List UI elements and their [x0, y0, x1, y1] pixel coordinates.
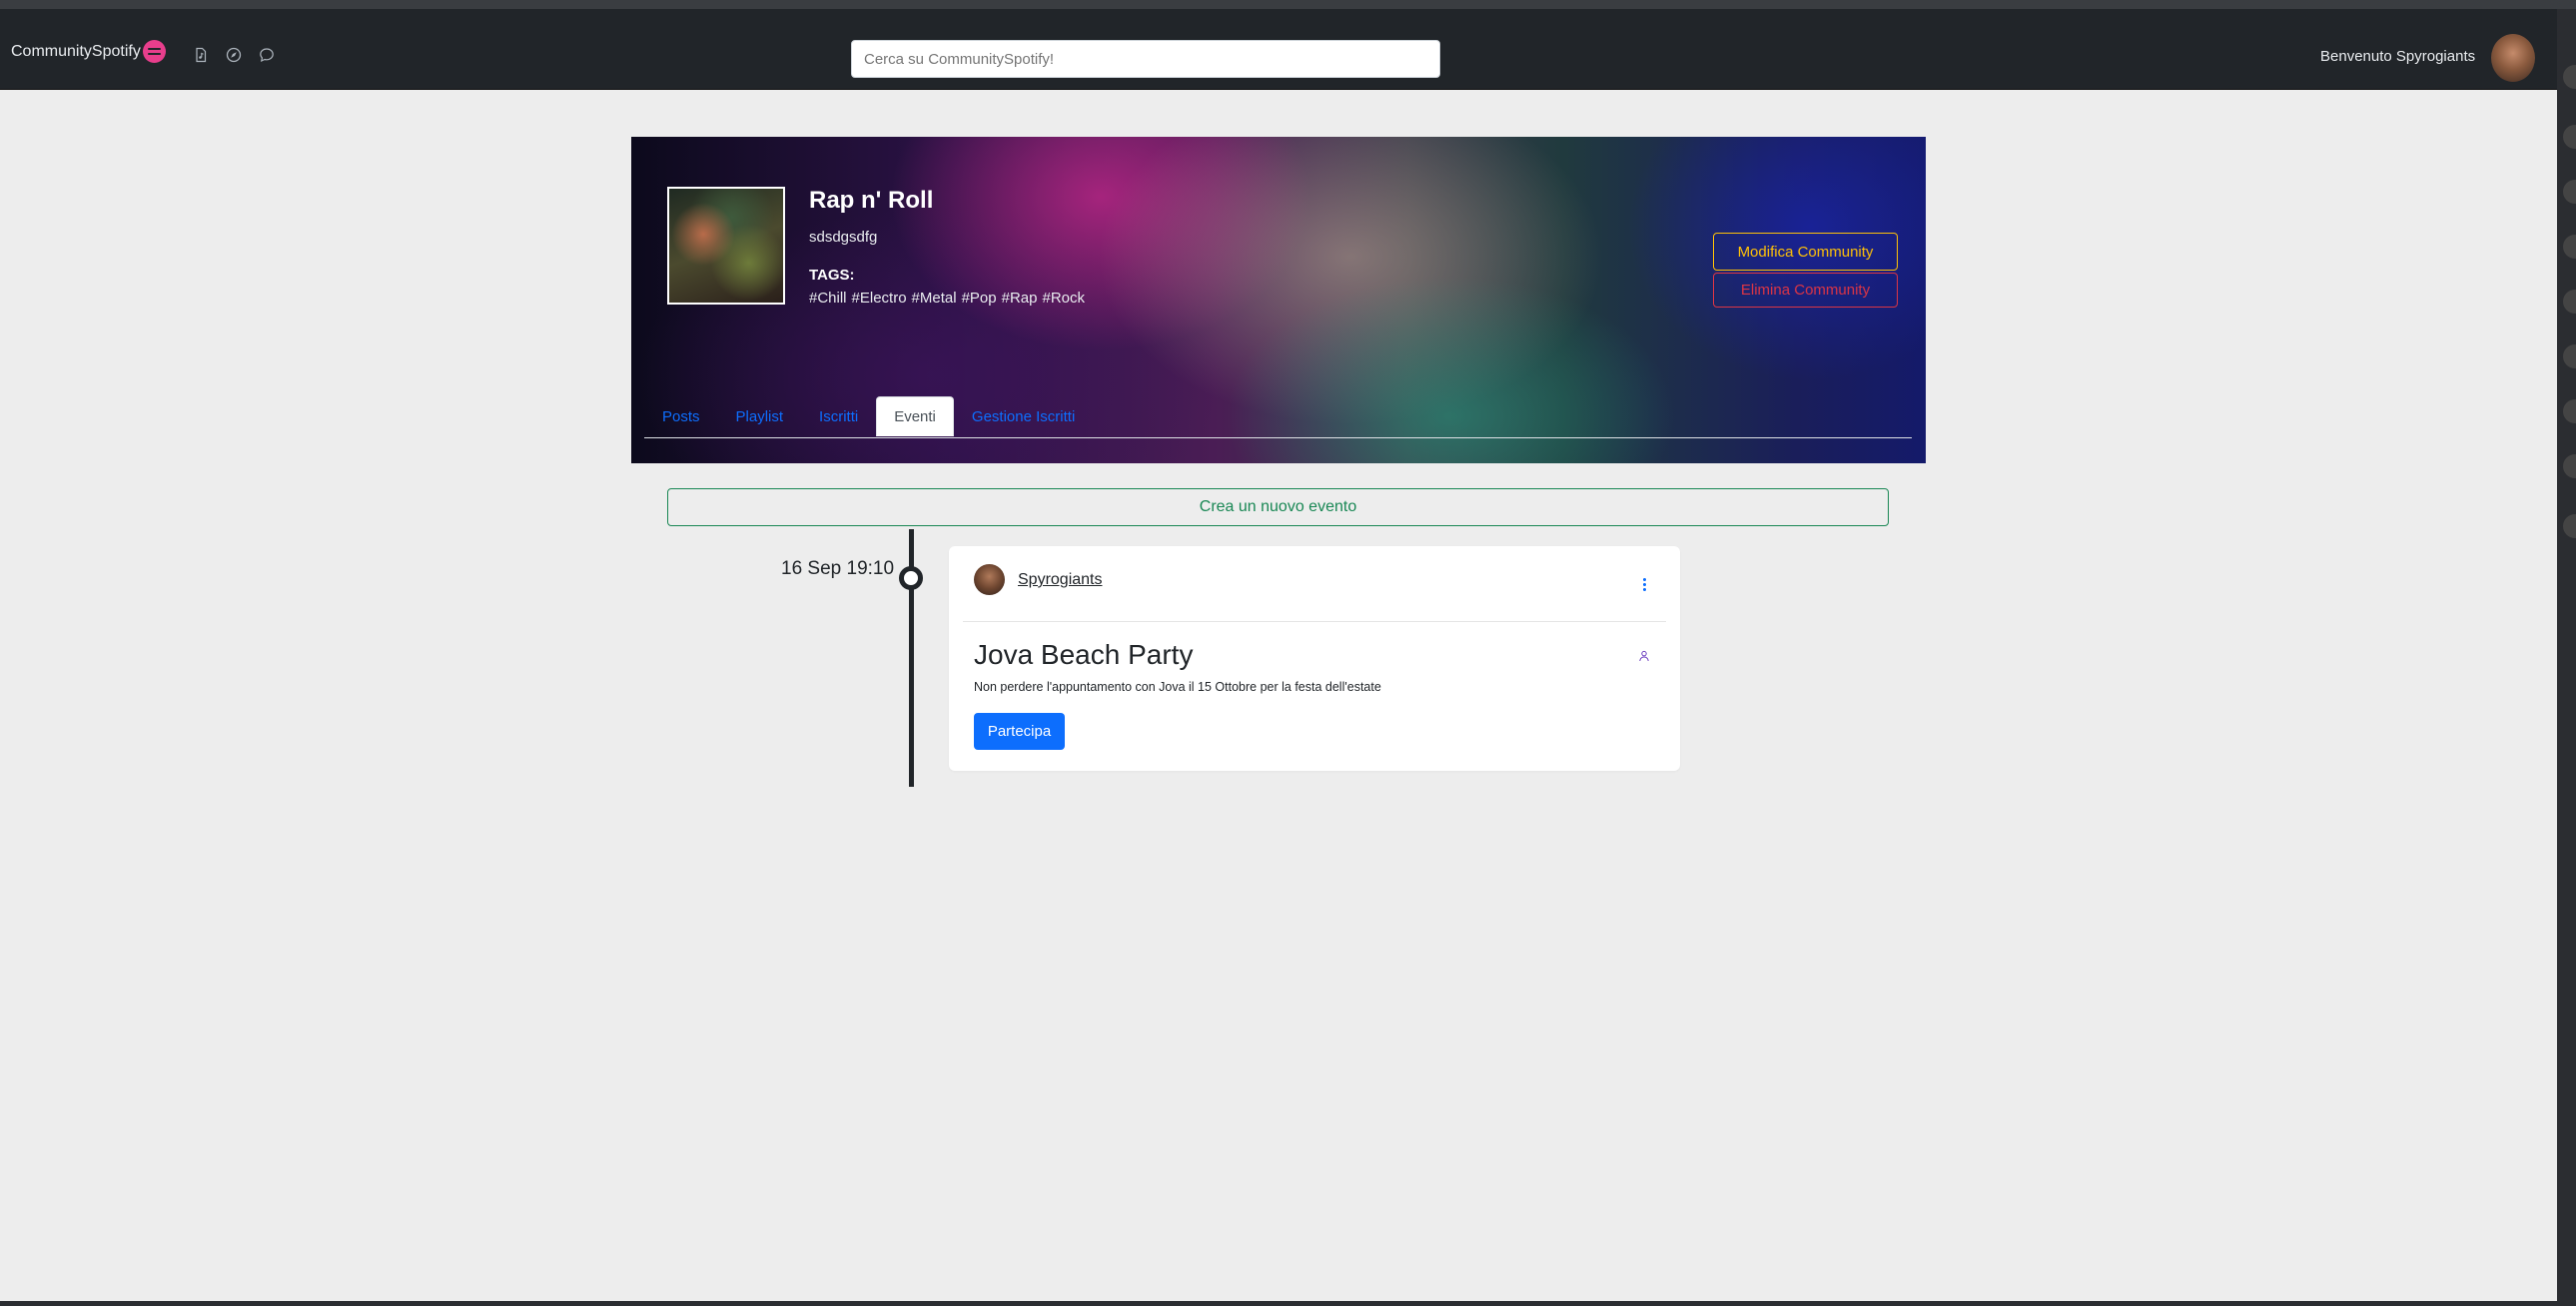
- nav-icons: [193, 47, 275, 63]
- spotify-logo-icon[interactable]: [142, 40, 166, 63]
- tag-list: #Chill #Electro #Metal #Pop #Rap #Rock: [809, 290, 1085, 307]
- search-input[interactable]: [851, 40, 1440, 78]
- delete-community-button[interactable]: Elimina Community: [1713, 273, 1898, 308]
- author-link[interactable]: Spyrogiants: [1018, 571, 1103, 589]
- tag[interactable]: #Chill: [809, 290, 847, 307]
- navbar: CommunitySpotify Benvenuto Spyrogiants: [0, 9, 2557, 90]
- timeline-dot: [899, 566, 923, 590]
- brand[interactable]: CommunitySpotify: [11, 40, 166, 63]
- participants-icon[interactable]: [1638, 650, 1650, 662]
- brand-name[interactable]: CommunitySpotify: [11, 43, 141, 61]
- tag[interactable]: #Rock: [1042, 290, 1085, 307]
- tab-eventi[interactable]: Eventi: [876, 396, 954, 436]
- tags-label: TAGS:: [809, 267, 855, 284]
- file-music-icon[interactable]: [193, 47, 209, 63]
- tag[interactable]: #Electro: [852, 290, 907, 307]
- browser-top-strip: [0, 0, 2576, 9]
- author-avatar[interactable]: [974, 564, 1005, 595]
- tab-posts[interactable]: Posts: [644, 396, 718, 436]
- event-card: Spyrogiants Jova Beach Party Non perdere…: [949, 546, 1680, 771]
- event-description: Non perdere l'appuntamento con Jova il 1…: [974, 680, 1381, 694]
- welcome-text: Benvenuto Spyrogiants: [2320, 48, 2476, 65]
- user-avatar[interactable]: [2491, 34, 2535, 82]
- card-divider: [963, 621, 1666, 622]
- community-cover-image: [667, 187, 785, 305]
- compass-icon[interactable]: [226, 47, 242, 63]
- more-options-icon[interactable]: [1640, 578, 1648, 596]
- chat-icon[interactable]: [259, 47, 275, 63]
- community-banner: Rap n' Roll sdsdgsdfg TAGS: #Chill #Elec…: [631, 137, 1926, 463]
- tab-iscritti[interactable]: Iscritti: [801, 396, 876, 436]
- event-date: 16 Sep 19:10: [781, 558, 895, 579]
- tag[interactable]: #Rap: [1002, 290, 1038, 307]
- tag[interactable]: #Pop: [962, 290, 997, 307]
- tab-playlist[interactable]: Playlist: [718, 396, 802, 436]
- event-title: Jova Beach Party: [974, 639, 1194, 670]
- bottom-strip: [0, 1301, 2557, 1306]
- tag[interactable]: #Metal: [912, 290, 957, 307]
- community-tabs: Posts Playlist Iscritti Eventi Gestione …: [644, 396, 1912, 438]
- edit-community-button[interactable]: Modifica Community: [1713, 233, 1898, 271]
- join-event-button[interactable]: Partecipa: [974, 713, 1065, 750]
- community-description: sdsdgsdfg: [809, 229, 878, 246]
- community-name: Rap n' Roll: [809, 187, 934, 214]
- create-event-button[interactable]: Crea un nuovo evento: [667, 488, 1889, 526]
- tab-gestione-iscritti[interactable]: Gestione Iscritti: [954, 396, 1093, 436]
